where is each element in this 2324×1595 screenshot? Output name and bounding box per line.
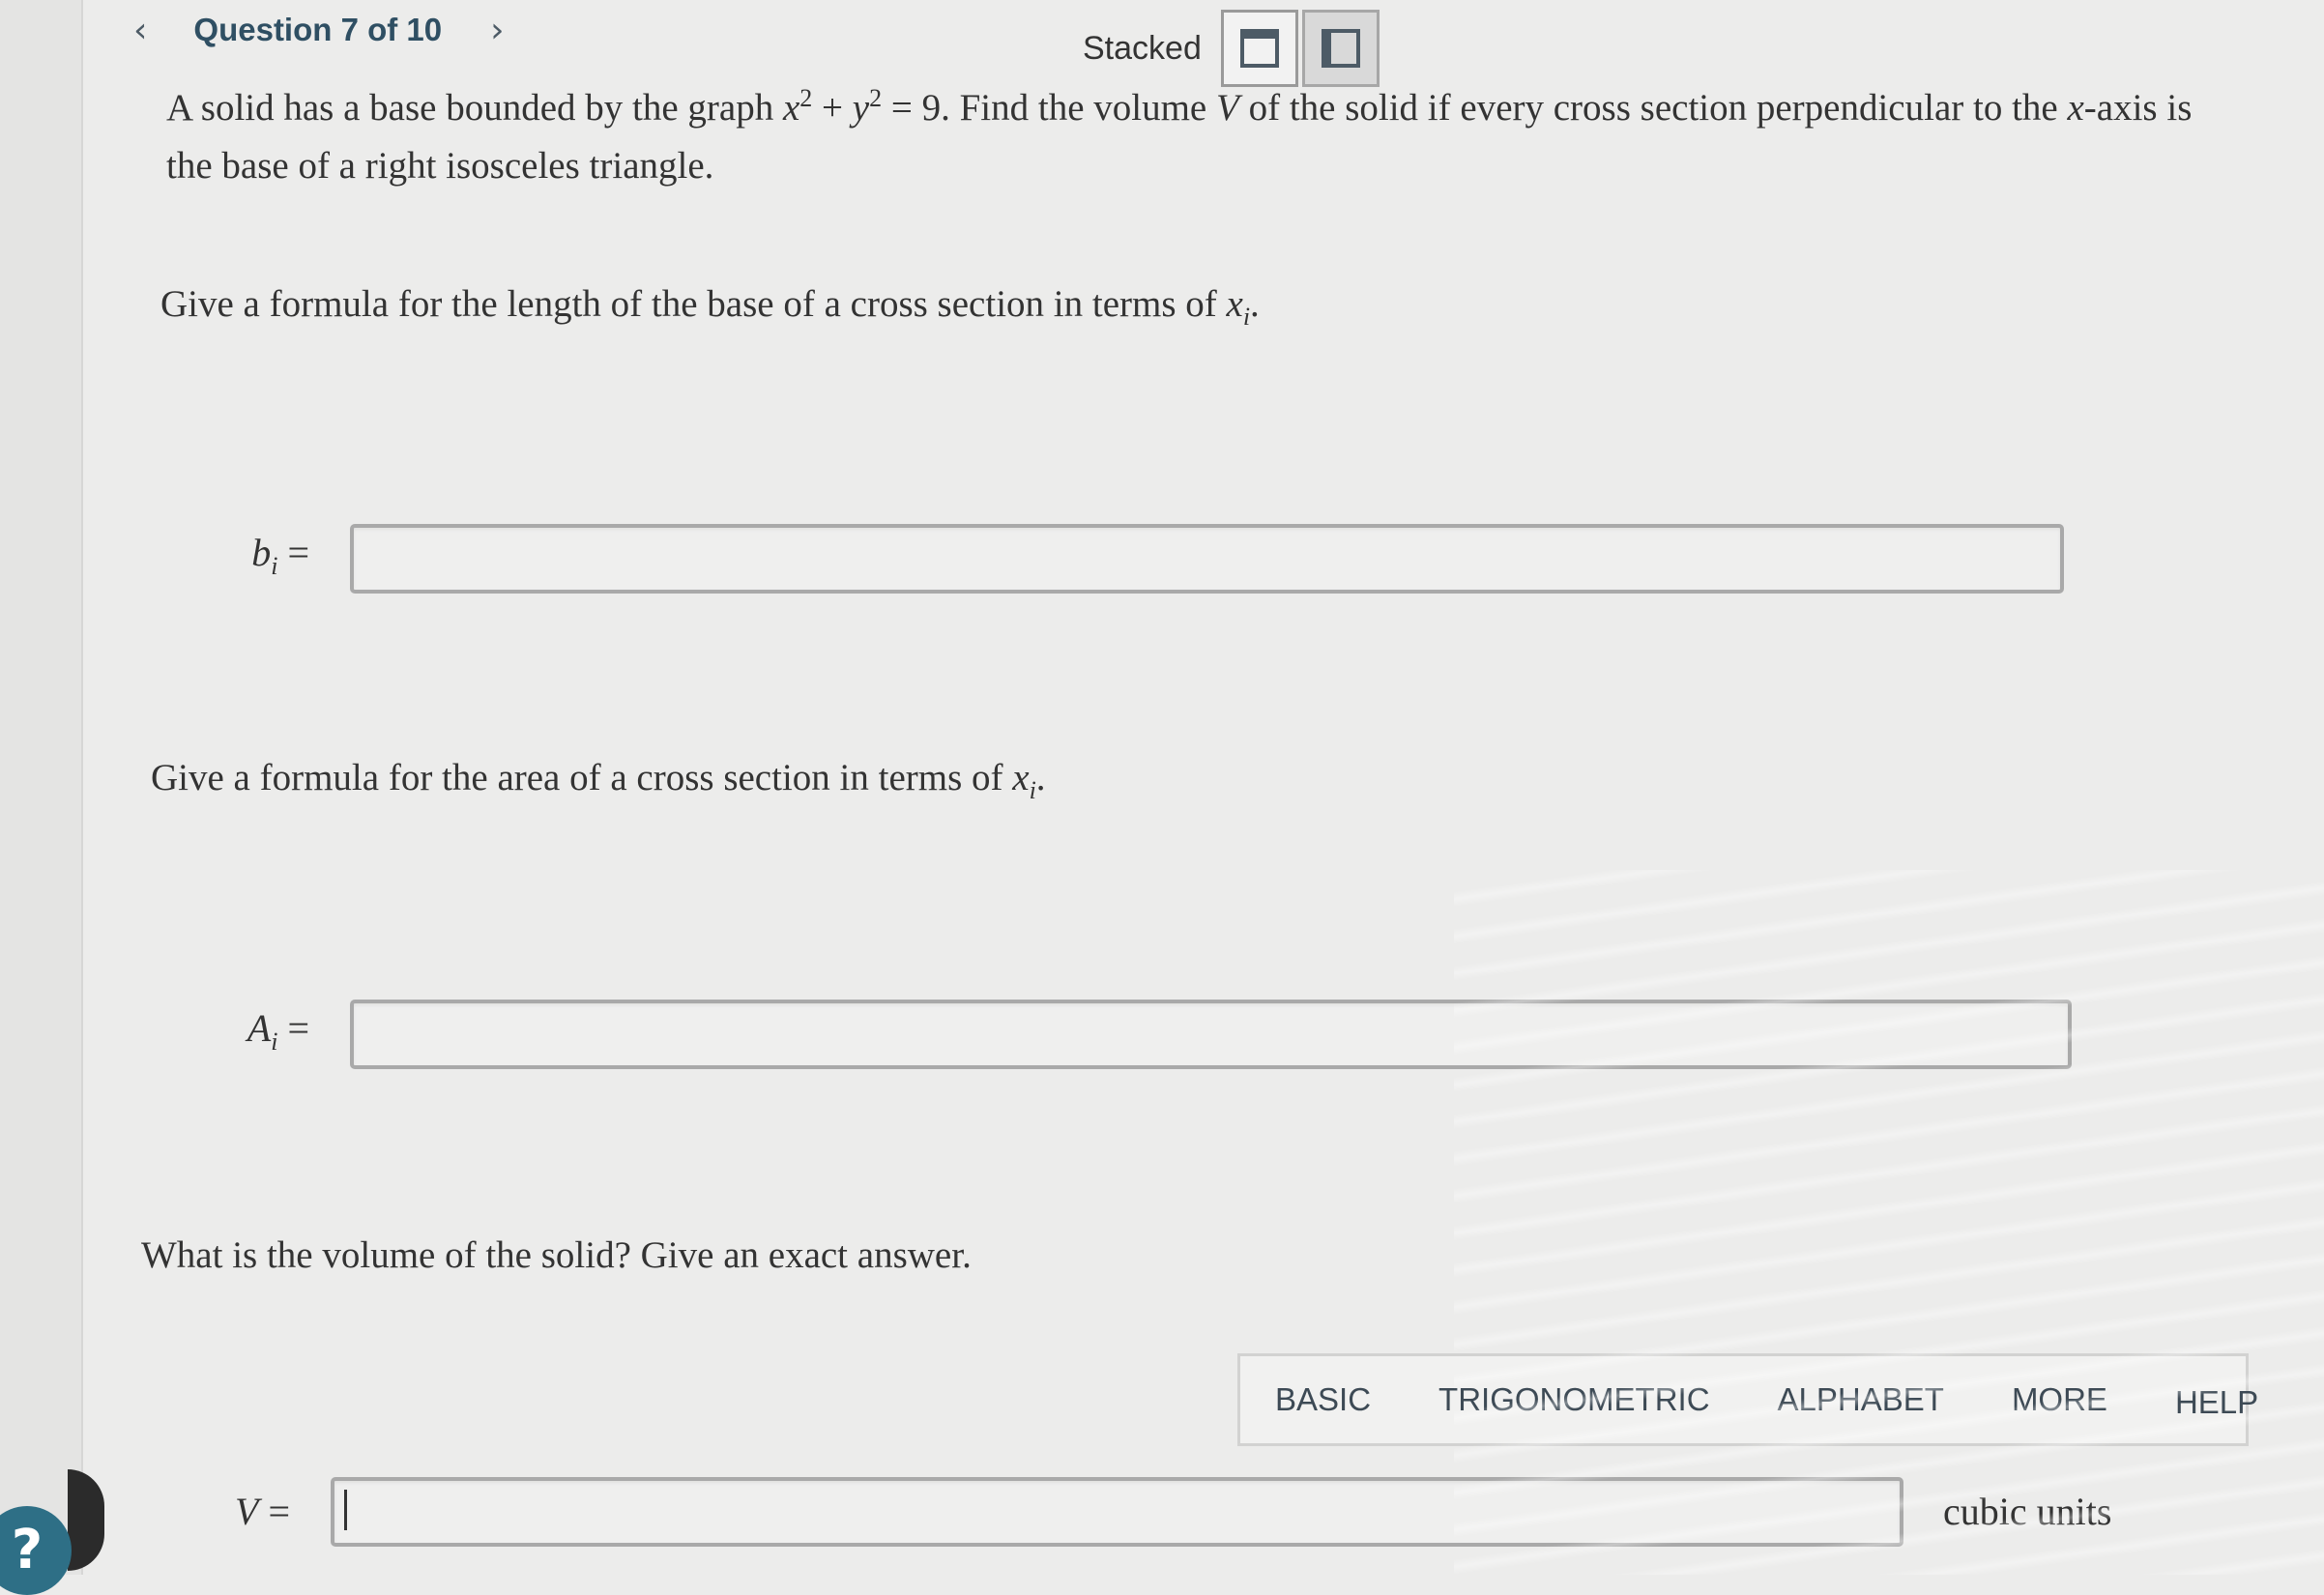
chevron-right-icon[interactable]: › (490, 11, 504, 50)
part2-var: x (1012, 757, 1030, 798)
part1-label-var: b (251, 531, 272, 574)
part1-label: bi = (145, 530, 309, 581)
part1-sub: i (1242, 302, 1251, 331)
part3-prompt-text: What is the volume of the solid? Give an… (141, 1234, 972, 1276)
tab-more[interactable]: MORE (2012, 1381, 2107, 1418)
part3-label-var: V (235, 1490, 259, 1533)
part3-prompt: What is the volume of the solid? Give an… (141, 1233, 972, 1277)
part1-var: x (1226, 283, 1243, 325)
light-reflection (1454, 870, 2324, 1575)
chevron-left-icon[interactable]: ‹ (133, 11, 147, 50)
sidebar-toggle-tab[interactable] (68, 1469, 104, 1571)
part1-prompt-text: Give a formula for the length of the bas… (160, 283, 1227, 325)
layout-label: Stacked (1083, 29, 1202, 67)
part1-period: . (1250, 283, 1260, 325)
part3-equals: = (258, 1490, 290, 1533)
tab-alphabet[interactable]: ALPHABET (1778, 1381, 1944, 1418)
stacked-layout-icon (1239, 29, 1279, 68)
text-cursor (344, 1490, 347, 1530)
volume-input[interactable] (334, 1481, 1900, 1543)
part2-equals: = (277, 1006, 309, 1050)
question-mid: of the solid if every cross section perp… (1238, 87, 2068, 129)
volume-units: cubic units (1943, 1490, 2112, 1533)
axis-var: x (2067, 87, 2084, 129)
question-intro: A solid has a base bounded by the graph (166, 87, 783, 129)
volume-answer-box[interactable] (331, 1477, 1903, 1547)
eq-rhs: = 9. Find the volume (882, 87, 1216, 129)
part2-prompt-text: Give a formula for the area of a cross s… (151, 757, 1013, 798)
part1-prompt: Give a formula for the length of the bas… (160, 282, 1260, 332)
tab-help[interactable]: HELP↗ (2175, 1378, 2324, 1421)
eq-y-exponent: 2 (869, 84, 883, 112)
help-icon: ? (11, 1519, 44, 1581)
left-sidebar (0, 0, 83, 1575)
area-input[interactable] (354, 1003, 2068, 1065)
tab-help-label: HELP (2174, 1384, 2259, 1420)
question-counter: Question 7 of 10 (193, 12, 443, 47)
base-length-answer-box[interactable] (350, 524, 2064, 594)
question-navigation: ‹ Question 7 of 10 › (133, 6, 505, 54)
eq-x: x (782, 87, 800, 129)
eq-plus: + (812, 87, 853, 129)
area-answer-box[interactable] (350, 1000, 2072, 1069)
part2-label: Ai = (145, 1005, 309, 1057)
part1-equals: = (277, 531, 309, 574)
tab-basic[interactable]: BASIC (1275, 1381, 1371, 1418)
part2-label-var: A (247, 1006, 272, 1050)
tab-trigonometric[interactable]: TRIGONOMETRIC (1438, 1381, 1709, 1418)
math-keyboard-tabs: BASIC TRIGONOMETRIC ALPHABET MORE HELP↗ (1237, 1353, 2258, 1446)
part3-label: V = (145, 1489, 290, 1534)
volume-var: V (1216, 87, 1239, 129)
question-text: A solid has a base bounded by the graph … (166, 70, 2216, 195)
eq-y: y (852, 87, 870, 129)
side-by-side-layout-icon (1321, 29, 1360, 68)
part2-period: . (1035, 757, 1046, 798)
eq-x-exponent: 2 (799, 84, 813, 112)
base-length-input[interactable] (354, 528, 2060, 590)
part2-sub: i (1029, 775, 1036, 804)
part2-prompt: Give a formula for the area of a cross s… (151, 756, 1046, 805)
